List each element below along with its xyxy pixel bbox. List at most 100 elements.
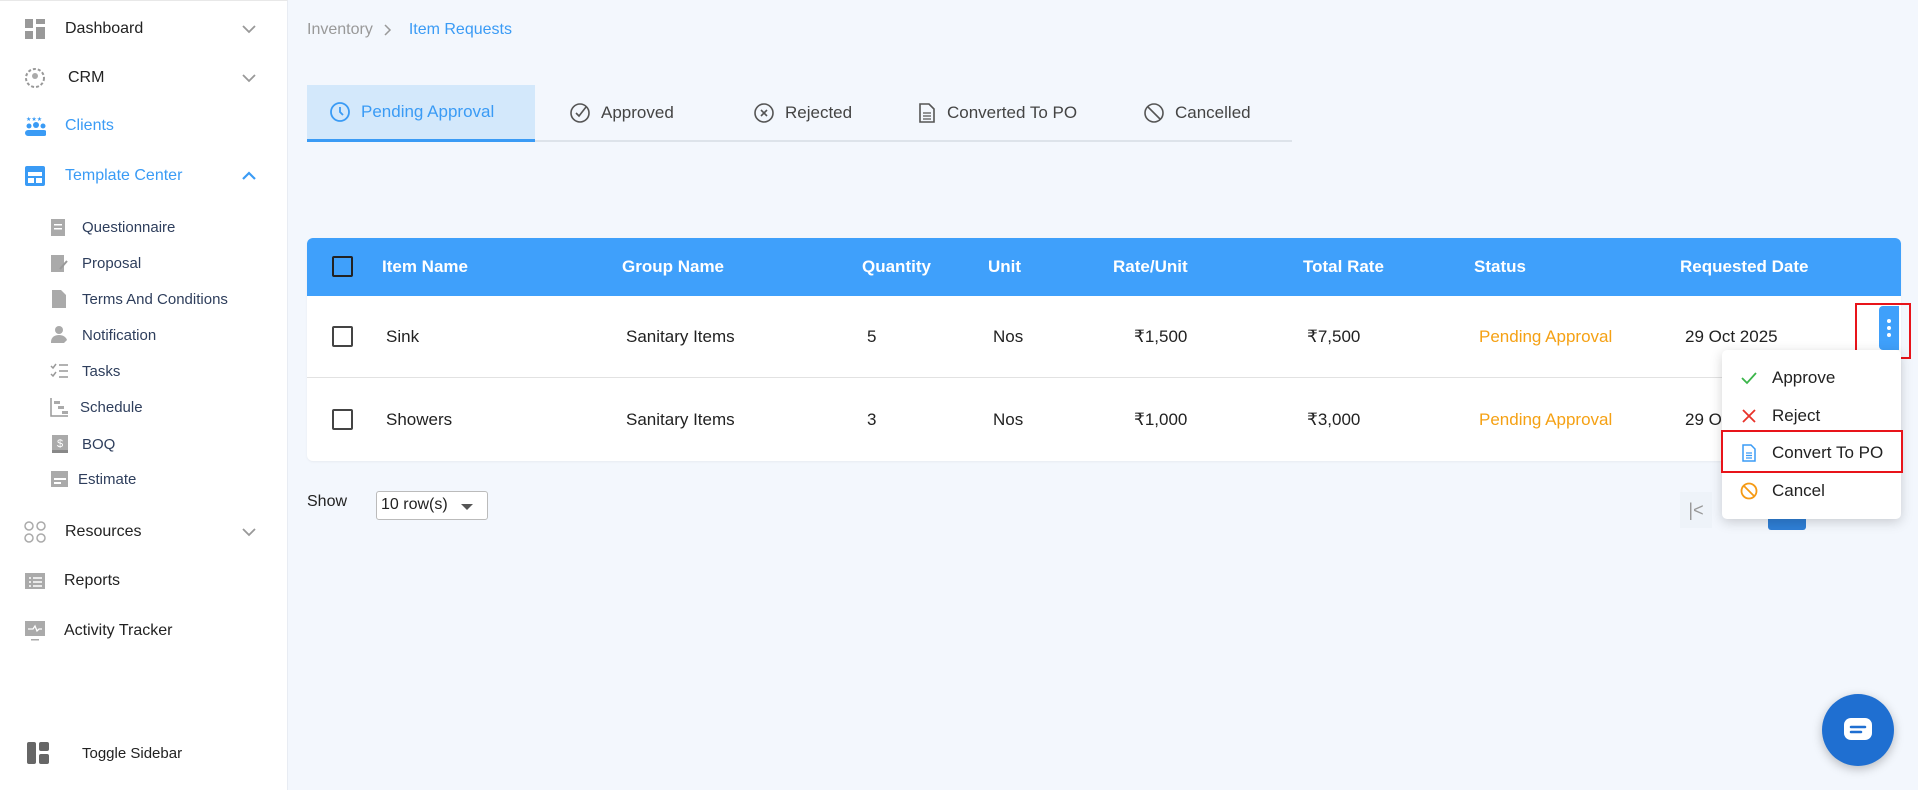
menu-item-approve[interactable]: Approve <box>1722 360 1901 396</box>
sidebar-item-label: Resources <box>65 523 142 540</box>
sidebar-item-label: Schedule <box>80 398 143 416</box>
sidebar-item-estimate[interactable]: Estimate <box>0 461 288 497</box>
sidebar-item-tasks[interactable]: Tasks <box>0 353 288 389</box>
ban-icon <box>1144 102 1164 123</box>
sidebar-item-schedule[interactable]: Schedule <box>0 389 288 425</box>
sidebar-item-label: Activity Tracker <box>64 622 173 639</box>
show-label: Show <box>307 493 348 510</box>
svg-text:$: $ <box>57 438 63 450</box>
table-row: Sink Sanitary Items 5 Nos ₹1,500 ₹7,500 … <box>307 296 1901 378</box>
group-name: Sanitary Items <box>626 327 735 346</box>
rate-per-unit: ₹1,500 <box>1134 327 1188 346</box>
status-badge: Pending Approval <box>1479 410 1613 429</box>
sidebar-item-notification[interactable]: Notification <box>0 317 288 353</box>
sidebar-item-label: Dashboard <box>65 20 144 37</box>
rate-per-unit: ₹1,000 <box>1134 410 1188 429</box>
tab-label: Approved <box>601 102 674 122</box>
tab-cancelled[interactable]: Cancelled <box>1143 85 1251 140</box>
tab-label: Rejected <box>785 102 853 122</box>
row-checkbox[interactable] <box>332 409 353 430</box>
rows-per-page-select[interactable]: 10 row(s) <box>376 491 488 520</box>
group-name: Sanitary Items <box>626 410 735 429</box>
sidebar-item-crm[interactable]: CRM <box>0 60 288 96</box>
document-icon <box>919 102 935 123</box>
menu-item-label: Convert To PO <box>1772 443 1884 462</box>
svg-text:★★★: ★★★ <box>26 116 42 123</box>
clock-icon <box>330 102 350 122</box>
column-header[interactable]: Rate/Unit <box>1113 257 1188 277</box>
tab-label: Pending Approval <box>361 102 495 121</box>
schedule-gantt-icon <box>50 397 68 417</box>
total-rate: ₹7,500 <box>1307 327 1361 346</box>
chevron-right-icon <box>384 24 391 36</box>
tab-rejected[interactable]: Rejected <box>753 85 852 140</box>
column-header[interactable]: Requested Date <box>1680 257 1808 277</box>
quantity: 5 <box>867 327 877 346</box>
chevron-up-icon <box>242 171 256 180</box>
sidebar-item-label: Terms And Conditions <box>82 290 228 308</box>
sidebar-item-label: Reports <box>64 572 121 589</box>
menu-item-convert-to-po[interactable]: Convert To PO <box>1722 435 1901 471</box>
sidebar-item-reports[interactable]: Reports <box>0 563 288 599</box>
menu-item-label: Cancel <box>1772 481 1825 500</box>
estimate-icon <box>50 469 68 489</box>
column-header[interactable]: Unit <box>988 257 1021 277</box>
sidebar-item-label: Template Center <box>65 167 183 184</box>
column-header[interactable]: Group Name <box>622 257 724 277</box>
unit: Nos <box>993 410 1024 429</box>
chevron-down-icon <box>242 74 256 83</box>
chevron-down-icon <box>242 25 256 34</box>
column-header[interactable]: Status <box>1474 257 1526 277</box>
tab-approved[interactable]: Approved <box>569 85 674 140</box>
first-page-button[interactable]: |< <box>1680 492 1712 528</box>
ban-icon <box>1740 482 1758 500</box>
status-tabs: Pending Approval Approved Rejected Conve… <box>307 85 1292 142</box>
sidebar-item-label: Estimate <box>78 470 137 488</box>
sidebar-item-resources[interactable]: Resources <box>0 514 288 550</box>
tab-pending-approval[interactable]: Pending Approval <box>307 85 535 142</box>
menu-item-cancel[interactable]: Cancel <box>1722 473 1901 509</box>
document-icon <box>50 289 68 309</box>
sidebar-item-proposal[interactable]: Proposal <box>0 245 288 281</box>
sidebar-item-questionnaire[interactable]: Questionnaire <box>0 209 288 245</box>
total-rate: ₹3,000 <box>1307 410 1361 429</box>
column-header[interactable]: Quantity <box>862 257 931 277</box>
caret-down-icon <box>461 504 473 510</box>
toggle-sidebar-button[interactable]: Toggle Sidebar <box>0 735 288 771</box>
kebab-icon <box>1887 319 1891 323</box>
tab-label: Cancelled <box>1175 102 1251 122</box>
menu-item-label: Approve <box>1772 368 1836 387</box>
tab-converted-to-po[interactable]: Converted To PO <box>917 85 1077 140</box>
requested-date: 29 Oct 2025 <box>1685 327 1778 346</box>
chat-button[interactable] <box>1822 694 1894 766</box>
menu-item-reject[interactable]: Reject <box>1722 398 1901 434</box>
breadcrumb-inventory[interactable]: Inventory <box>307 21 373 39</box>
sidebar-item-activity-tracker[interactable]: Activity Tracker <box>0 613 288 649</box>
rows-per-page-value: 10 row(s) <box>381 496 448 513</box>
select-all-checkbox[interactable] <box>332 256 353 277</box>
item-name: Sink <box>386 327 420 346</box>
boq-book-icon: $ <box>50 434 68 454</box>
check-icon <box>1741 372 1757 385</box>
table-header: Item Name Group Name Quantity Unit Rate/… <box>307 238 1901 296</box>
first-page-icon: |< <box>1688 499 1704 520</box>
resources-icon <box>24 521 46 543</box>
column-header[interactable]: Item Name <box>382 257 468 277</box>
sidebar-item-template-center[interactable]: Template Center <box>0 158 288 194</box>
column-header[interactable]: Total Rate <box>1303 257 1384 277</box>
row-actions-button[interactable] <box>1879 306 1899 350</box>
item-requests-table: Item Name Group Name Quantity Unit Rate/… <box>307 238 1901 461</box>
sidebar-item-dashboard[interactable]: Dashboard <box>0 11 288 47</box>
sidebar-item-clients[interactable]: ★★★ Clients <box>0 108 288 144</box>
user-gear-icon <box>50 325 68 345</box>
sidebar: Dashboard CRM ★★★ Clients Template Cente… <box>0 0 288 790</box>
status-badge: Pending Approval <box>1479 327 1613 346</box>
document-icon <box>1742 444 1756 462</box>
sidebar-item-terms[interactable]: Terms And Conditions <box>0 281 288 317</box>
row-checkbox[interactable] <box>332 326 353 347</box>
chevron-down-icon <box>242 528 256 537</box>
item-name: Showers <box>386 410 453 429</box>
breadcrumb: Inventory Item Requests <box>307 21 512 39</box>
sidebar-item-boq[interactable]: $ BOQ <box>0 426 288 462</box>
sidebar-item-label: BOQ <box>82 435 116 453</box>
